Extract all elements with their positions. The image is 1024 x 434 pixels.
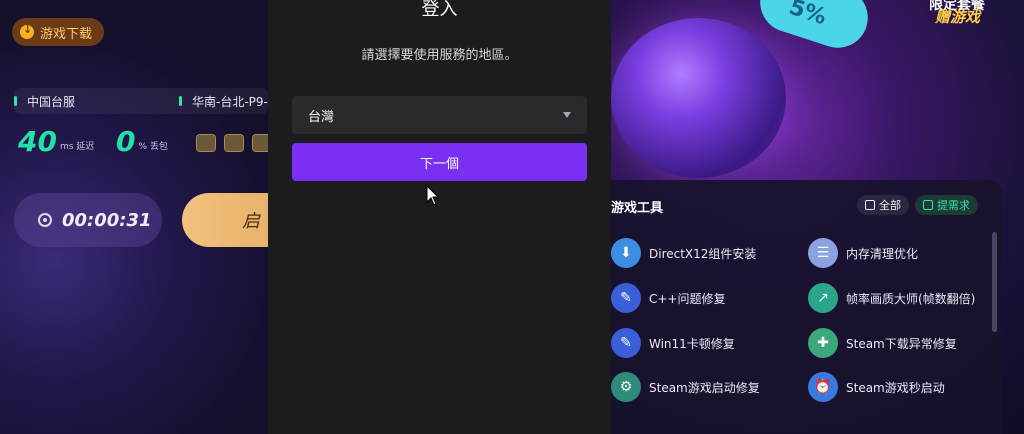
file-repair-icon: ✚ [808,328,838,358]
modal-title: 登入 [421,0,458,20]
request-button[interactable]: 提需求 [915,195,978,215]
status-indicator [14,96,17,106]
tool-item[interactable]: ↗ 帧率画质大师(帧数翻倍) [808,283,975,313]
packet-loss-stat: 0 % 丢包 [116,128,168,156]
session-timer[interactable]: 00:00:31 [14,193,162,247]
game-download-label: 游戏下载 [40,26,93,42]
tool-item[interactable]: ✎ C++问题修复 [611,283,726,313]
all-tools-label: 全部 [879,199,901,212]
modal-subtitle: 請選擇要使用服務的地區。 [361,48,518,63]
download-icon [20,23,34,39]
tool-item[interactable]: ✎ Win11卡顿修复 [611,328,735,358]
server-region-right: 华南-台北-P9- [192,94,268,109]
tool-item[interactable]: ☰ 内存清理优化 [808,238,918,268]
alarm-clock-icon: ⏰ [808,372,838,402]
tool-item[interactable]: ⬇ DirectX12组件安装 [611,238,756,268]
mode-icon[interactable] [224,134,244,152]
all-tools-button[interactable]: 全部 [857,195,909,215]
tool-label: 内存清理优化 [846,246,919,261]
latency-unit: ms 延迟 [59,142,95,152]
route-icon[interactable] [196,134,216,152]
chevron-down-icon [563,112,571,118]
server-selector[interactable]: 中国台服 华南-台北-P9- [14,88,268,114]
start-button[interactable]: 启 [182,193,282,247]
game-tools-panel: 游戏工具 全部 提需求 ⬇ DirectX12组件安装 ☰ 内存清理优化 ✎ C… [611,180,1002,434]
timer-value: 00:00:31 [62,209,152,231]
download-box-icon: ⬇ [611,238,641,268]
tool-label: DirectX12组件安装 [649,246,757,261]
stop-icon [38,213,52,227]
tools-scrollbar[interactable] [992,232,997,332]
tool-label: Steam下载异常修复 [846,336,957,351]
login-modal: 登入 請選擇要使用服務的地區。 台灣 下一個 [268,0,611,434]
promo-bubble-graphic [611,18,786,178]
region-value: 台灣 [308,109,335,125]
tool-label: 帧率画质大师(帧数翻倍) [846,291,976,306]
loss-value: 0 [116,125,136,158]
tool-label: Steam游戏秒启动 [846,380,945,395]
loss-unit: % 丢包 [138,142,168,152]
next-button[interactable]: 下一個 [292,143,587,181]
latency-value: 40 [18,125,57,158]
memory-list-icon: ☰ [808,238,838,268]
tool-item[interactable]: ⚙ Steam游戏启动修复 [611,372,760,402]
wrench-icon: ✎ [611,283,641,313]
start-label: 启 [242,211,260,232]
server-region-left: 中国台服 [27,94,76,109]
mouse-cursor-icon [426,185,440,206]
region-select[interactable]: 台灣 [292,96,587,134]
tools-title: 游戏工具 [611,201,664,216]
wrench-icon: ✎ [611,328,641,358]
status-indicator [179,96,182,106]
tool-item[interactable]: ⏰ Steam游戏秒启动 [808,372,945,402]
next-button-label: 下一個 [419,156,459,172]
promo-line-2: 赠游戏 [935,8,981,26]
tool-label: C++问题修复 [649,291,726,306]
game-download-button[interactable]: 游戏下载 [12,18,105,46]
steam-repair-icon: ⚙ [611,372,641,402]
latency-stat: 40 ms 延迟 [18,128,94,156]
frame-boost-icon: ↗ [808,283,838,313]
tool-label: Steam游戏启动修复 [649,380,760,395]
tool-item[interactable]: ✚ Steam下载异常修复 [808,328,957,358]
request-label: 提需求 [937,199,970,212]
request-icon [923,200,933,210]
grid-icon [865,200,875,210]
tool-label: Win11卡顿修复 [649,336,735,351]
